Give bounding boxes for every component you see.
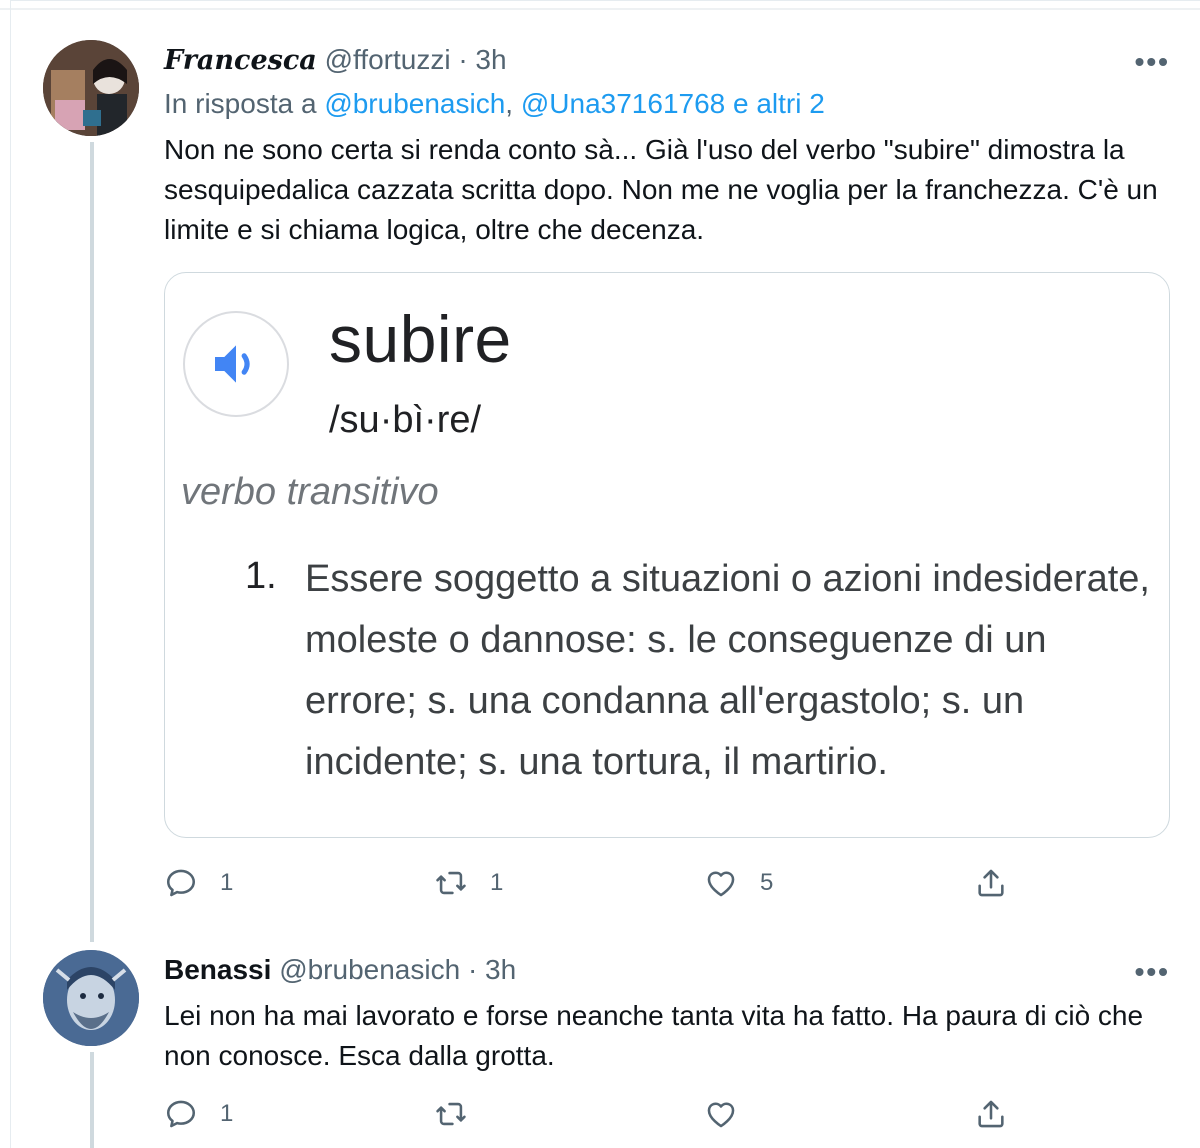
thread-connector	[90, 1052, 94, 1148]
author-name[interactable]: Francesca	[164, 45, 317, 76]
reply-button[interactable]: 1	[164, 1097, 233, 1131]
like-button[interactable]	[704, 1097, 760, 1131]
like-button[interactable]: 5	[704, 866, 773, 900]
avatar[interactable]	[43, 40, 139, 136]
retweet-button[interactable]: 1	[434, 866, 503, 900]
reply-icon	[166, 1100, 196, 1128]
retweet-button[interactable]	[434, 1097, 490, 1131]
dictionary-image-card[interactable]: subire /su·bì·re/ verbo transitivo 1. Es…	[164, 272, 1170, 838]
definition-number: 1.	[245, 555, 277, 597]
tweet-header: Benassi @brubenasich · 3h	[164, 954, 516, 986]
speaker-icon[interactable]	[183, 311, 289, 417]
author-handle[interactable]: @ffortuzzi	[325, 44, 451, 75]
phonetic: /su·bì·re/	[329, 399, 482, 441]
share-button[interactable]	[974, 1097, 1008, 1131]
tweet-text: Lei non ha mai lavorato e forse neanche …	[164, 1000, 1144, 1071]
thread-connector	[90, 142, 94, 942]
reply-icon	[166, 869, 196, 897]
heart-icon	[707, 871, 735, 897]
reply-count: 1	[220, 869, 234, 896]
reply-button[interactable]: 1	[164, 866, 233, 900]
retweet-icon	[436, 1102, 466, 1126]
tweet-actions: 1 1 5	[164, 866, 1044, 906]
heart-icon	[707, 1102, 735, 1128]
reply-separator: ,	[505, 88, 521, 119]
like-count: 5	[760, 869, 774, 896]
part-of-speech: verbo transitivo	[181, 471, 439, 513]
tweet-time[interactable]: · 3h	[458, 44, 506, 75]
share-icon	[978, 1100, 1004, 1128]
tweet-time[interactable]: · 3h	[468, 954, 516, 985]
mention-link[interactable]: @Una37161768 e altri 2	[521, 88, 825, 119]
avatar[interactable]	[43, 950, 139, 1046]
more-options-icon[interactable]: •••	[1135, 46, 1170, 78]
reply-prefix: In risposta a	[164, 88, 325, 119]
tweet-header: Francesca @ffortuzzi · 3h	[164, 44, 507, 76]
author-handle[interactable]: @brubenasich	[279, 954, 460, 985]
definition-text: Essere soggetto a situazioni o azioni in…	[305, 558, 1150, 783]
share-icon	[978, 869, 1004, 897]
tweet-actions: 1	[164, 1097, 1044, 1137]
mention-link[interactable]: @brubenasich	[324, 88, 505, 119]
retweet-icon	[436, 871, 466, 895]
dictionary-word: subire	[329, 302, 512, 376]
reply-count: 1	[220, 1100, 234, 1127]
tweet-text: Non ne sono certa si renda conto sà... G…	[164, 134, 1158, 245]
share-button[interactable]	[974, 866, 1008, 900]
reply-context: In risposta a @brubenasich, @Una37161768…	[164, 88, 825, 120]
retweet-count: 1	[490, 869, 504, 896]
more-options-icon[interactable]: •••	[1135, 956, 1170, 988]
author-name[interactable]: Benassi	[164, 954, 271, 985]
